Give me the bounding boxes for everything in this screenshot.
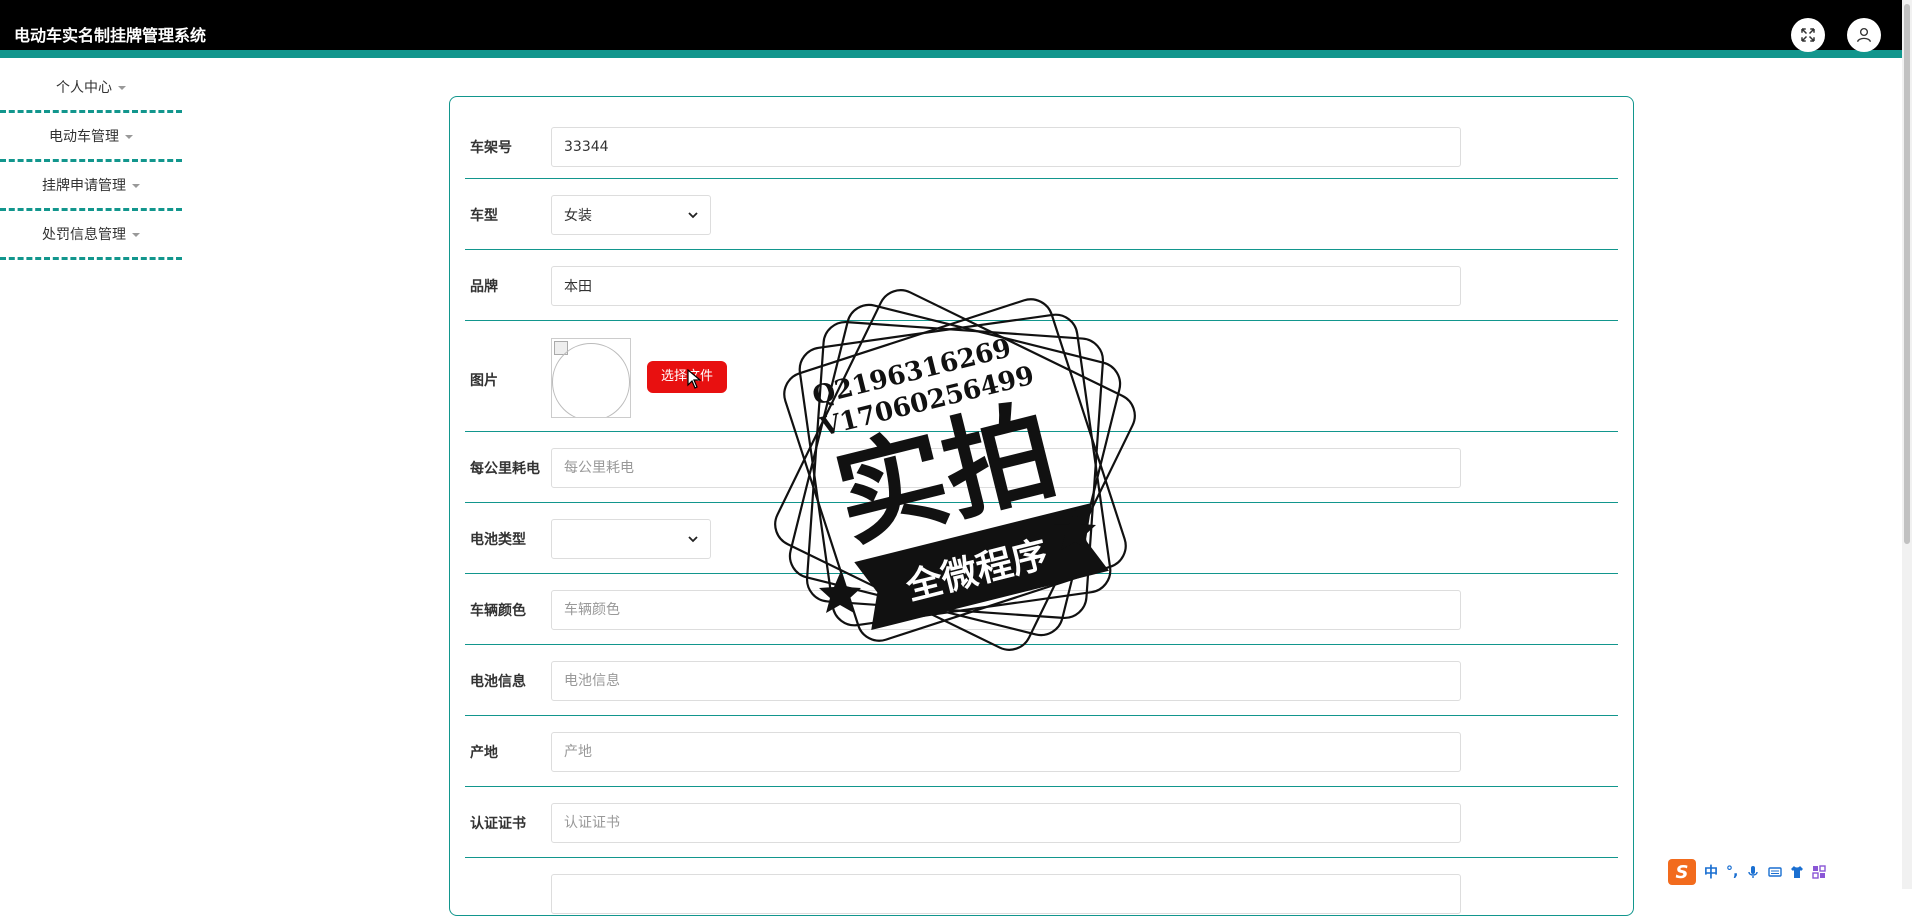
expand-arrows-icon	[1801, 28, 1815, 42]
battery-info-label: 电池信息	[470, 674, 526, 690]
fullscreen-button[interactable]	[1791, 18, 1825, 52]
image-label: 图片	[470, 373, 498, 389]
frame-no-label: 车架号	[470, 140, 512, 156]
form-row-image: 图片 选择文件	[465, 320, 1618, 432]
chevron-down-icon	[688, 536, 698, 543]
mouse-cursor-icon	[687, 369, 701, 389]
caret-down-icon	[132, 184, 140, 188]
caret-down-icon	[125, 135, 133, 139]
sidebar-item-label: 个人中心	[56, 80, 112, 96]
user-icon	[1856, 27, 1872, 43]
form-row-color: 车辆颜色	[465, 573, 1618, 645]
model-select[interactable]: 女装	[551, 195, 711, 235]
app-title: 电动车实名制挂牌管理系统	[14, 26, 207, 45]
battery-info-input[interactable]	[551, 661, 1461, 701]
scrollbar-thumb[interactable]	[1904, 4, 1910, 544]
sidebar-item-label: 电动车管理	[49, 129, 119, 145]
form-row-brand: 品牌	[465, 249, 1618, 321]
caret-down-icon	[118, 86, 126, 90]
origin-input[interactable]	[551, 732, 1461, 772]
form-row-consumption: 每公里耗电	[465, 431, 1618, 503]
user-menu-button[interactable]	[1847, 18, 1881, 52]
toolbox-grid-icon[interactable]	[1812, 865, 1827, 879]
microphone-icon[interactable]	[1746, 865, 1760, 879]
form-row-battery-info: 电池信息	[465, 644, 1618, 716]
form-row-certificate: 认证证书	[465, 786, 1618, 858]
skin-shirt-icon[interactable]	[1790, 865, 1804, 879]
battery-type-label: 电池类型	[470, 532, 526, 548]
consumption-label: 每公里耗电	[470, 461, 540, 477]
form-row-model: 车型 女装	[465, 178, 1618, 250]
model-selected-value: 女装	[564, 208, 592, 224]
caret-down-icon	[132, 233, 140, 237]
battery-type-select[interactable]	[551, 519, 711, 559]
color-input[interactable]	[551, 590, 1461, 630]
form-row-next	[465, 857, 1618, 917]
certificate-label: 认证证书	[470, 816, 526, 832]
brand-input[interactable]	[551, 266, 1461, 306]
next-field-input[interactable]	[551, 874, 1461, 914]
page-scrollbar[interactable]	[1902, 0, 1912, 889]
form-row-battery-type: 电池类型	[465, 502, 1618, 574]
chevron-down-icon	[688, 212, 698, 219]
form-row-origin: 产地	[465, 715, 1618, 787]
brand-label: 品牌	[470, 279, 498, 295]
sidebar-item-label: 处罚信息管理	[42, 227, 126, 243]
sidebar-item-label: 挂牌申请管理	[42, 178, 126, 194]
sidebar-item-plate-application[interactable]: 挂牌申请管理	[0, 164, 182, 211]
form-row-frame-no: 车架号	[465, 97, 1618, 179]
ime-punct[interactable]: °,	[1726, 864, 1738, 880]
sidebar-item-ebike-management[interactable]: 电动车管理	[0, 115, 182, 162]
sidebar-item-personal-center[interactable]: 个人中心	[0, 66, 182, 113]
frame-no-input[interactable]	[551, 127, 1461, 167]
sidebar-item-penalty-info[interactable]: 处罚信息管理	[0, 213, 182, 260]
ebike-form: 车架号 车型 女装 品牌 图片 选择文件 每公里耗电 电池类型 车辆颜色	[449, 96, 1634, 916]
ime-toolbar[interactable]: S 中 °,	[1668, 858, 1838, 886]
top-header: 电动车实名制挂牌管理系统	[0, 0, 1902, 58]
sogou-logo-icon[interactable]: S	[1668, 859, 1696, 885]
ime-mode[interactable]: 中	[1704, 862, 1718, 882]
model-label: 车型	[470, 208, 498, 224]
color-label: 车辆颜色	[470, 603, 526, 619]
consumption-input[interactable]	[551, 448, 1461, 488]
origin-label: 产地	[470, 745, 498, 761]
certificate-input[interactable]	[551, 803, 1461, 843]
sidebar: 个人中心 电动车管理 挂牌申请管理 处罚信息管理	[0, 66, 182, 262]
keyboard-icon[interactable]	[1768, 865, 1783, 879]
image-placeholder-circle	[552, 343, 630, 417]
image-preview	[551, 338, 631, 418]
